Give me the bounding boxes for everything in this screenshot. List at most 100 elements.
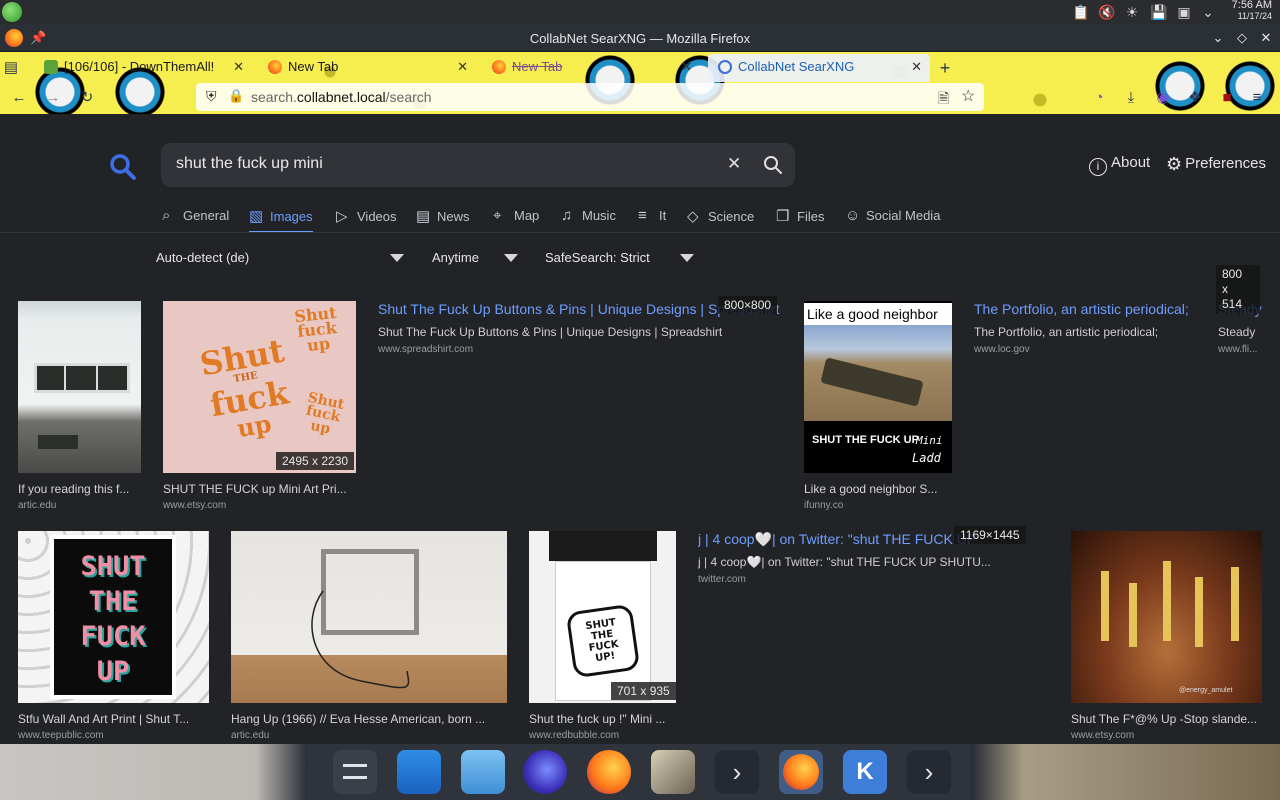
ublock-icon[interactable]: ■ <box>1218 89 1236 107</box>
image-result[interactable]: Shut THE fuck up Shut fuck up Shut fuck up 2… <box>163 301 356 516</box>
safesearch-select[interactable]: SafeSearch: Strict <box>545 250 650 265</box>
result-title[interactable]: Stfu Wall And Art Print | Shut T... <box>18 712 209 726</box>
kde-connect-icon[interactable]: K <box>843 750 887 794</box>
result-thumbnail[interactable] <box>231 531 507 703</box>
result-thumbnail[interactable] <box>18 301 141 473</box>
forward-icon[interactable]: → <box>44 89 62 107</box>
tab-close-icon[interactable]: ✕ <box>681 54 692 80</box>
result-title[interactable]: Like a good neighbor S... <box>804 482 952 496</box>
clipboard-icon[interactable]: 📋 <box>1072 4 1089 20</box>
image-result[interactable]: j | 4 coop🤍| on Twitter: "shut THE FUCK … <box>698 526 1028 591</box>
downloads-icon[interactable]: ⤓ <box>1122 89 1140 107</box>
chevron-down-icon[interactable] <box>504 254 518 262</box>
url-text[interactable]: search.collabnet.local/search <box>251 89 432 105</box>
result-thumbnail[interactable]: SHUT THE FUCK UP! <box>529 531 676 703</box>
volume-muted-icon[interactable]: 🔇 <box>1098 4 1115 20</box>
time-range-select[interactable]: Anytime <box>432 250 479 265</box>
tab-collabnet-searxng[interactable]: CollabNet SearXNG ✕ <box>708 54 930 82</box>
brightness-icon[interactable]: ☀ <box>1124 4 1140 20</box>
close-icon[interactable]: ✕ <box>1258 30 1274 46</box>
clock[interactable]: 7:56 AM 11/17/24 <box>1212 0 1272 22</box>
clear-icon[interactable]: ✕ <box>727 154 741 174</box>
editor-app-icon[interactable] <box>651 750 695 794</box>
image-result[interactable]: Steady Steady www.fli... 800 x 514 <box>1216 265 1280 361</box>
discover-store-icon[interactable] <box>397 750 441 794</box>
tab-videos[interactable]: ▷ Videos <box>336 207 397 233</box>
result-thumbnail[interactable]: Like a good neighbor SHUT THE FUCK UP Mi… <box>804 301 952 473</box>
image-result[interactable]: The Portfolio, an artistic periodical; T… <box>974 301 1204 361</box>
search-box[interactable]: shut the fuck up mini ✕ <box>161 143 795 187</box>
result-thumbnail[interactable]: Shut THE fuck up Shut fuck up Shut fuck up <box>163 301 356 473</box>
result-title[interactable]: Hang Up (1966) // Eva Hesse American, bo… <box>231 712 507 726</box>
tab-close-icon[interactable]: ✕ <box>233 54 244 80</box>
account-icon[interactable]: ◉ <box>1154 89 1172 107</box>
tab-music[interactable]: ♫ Music <box>561 207 616 233</box>
tab-new-tab-1[interactable]: New Tab ✕ <box>258 54 476 82</box>
image-result[interactable]: Like a good neighbor SHUT THE FUCK UP Mi… <box>804 301 952 516</box>
result-title[interactable]: Shut the fuck up !" Mini ... <box>529 712 676 726</box>
about-link[interactable]: i About <box>1089 154 1150 176</box>
window-titlebar[interactable]: 📌 CollabNet SearXNG — Mozilla Firefox ⌄ … <box>0 24 1280 52</box>
tab-social-media[interactable]: ☺ Social Media <box>845 207 940 233</box>
searxng-page: shut the fuck up mini ✕ i About ⚙ Preferen… <box>0 114 1280 744</box>
clock-date: 11/17/24 <box>1237 11 1272 21</box>
tab-map[interactable]: ⌖ Map <box>493 207 539 233</box>
image-result[interactable]: Shut The Fuck Up Buttons & Pins | Unique… <box>378 296 782 361</box>
pocket-icon[interactable]: ◔ <box>1090 89 1108 107</box>
result-title[interactable]: Shut The F*@% Up -Stop slande... <box>1071 712 1262 726</box>
searxng-logo-icon[interactable] <box>108 152 138 182</box>
firefox-app-icon[interactable] <box>587 750 631 794</box>
lock-icon[interactable]: 🔒 <box>228 88 244 104</box>
file-manager-icon[interactable] <box>461 750 505 794</box>
bookmark-star-icon[interactable]: ☆ <box>961 86 975 106</box>
tab-list-icon[interactable]: ▤ <box>2 59 20 77</box>
chevron-down-icon[interactable] <box>680 254 694 262</box>
result-title[interactable]: SHUT THE FUCK up Mini Art Pri... <box>163 482 356 496</box>
back-icon[interactable]: ← <box>10 89 28 107</box>
tab-close-icon[interactable]: ✕ <box>911 54 922 80</box>
tab-news[interactable]: ▤ News <box>416 207 470 233</box>
network-icon[interactable]: ▣ <box>1176 4 1192 20</box>
minimize-icon[interactable]: ⌄ <box>1210 30 1226 46</box>
preferences-link[interactable]: ⚙ Preferences <box>1166 154 1266 175</box>
category-label: Science <box>708 209 755 224</box>
tab-downthemall[interactable]: [106/106] - DownThemAll! ✕ <box>34 54 252 82</box>
result-thumbnail[interactable]: SHUT THE FUCK UP <box>18 531 209 703</box>
storage-icon[interactable]: 💾 <box>1150 4 1167 20</box>
result-title[interactable]: If you reading this f... <box>18 482 141 496</box>
extensions-icon[interactable]: ❖ <box>1186 89 1204 107</box>
chevron-down-icon[interactable] <box>390 254 404 262</box>
tab-images[interactable]: ▧ Images <box>249 207 313 233</box>
image-result[interactable]: SHUT THE FUCK UP! 701 x 935 Shut the fuc… <box>529 531 676 744</box>
search-icon[interactable] <box>763 155 783 175</box>
search-input[interactable]: shut the fuck up mini <box>176 155 323 173</box>
result-title[interactable]: The Portfolio, an artistic periodical; <box>974 301 1204 317</box>
image-result[interactable]: Hang Up (1966) // Eva Hesse American, bo… <box>231 531 507 744</box>
image-result[interactable]: SHUT THE FUCK UP Stfu Wall And Art Print… <box>18 531 209 744</box>
dock-next-icon[interactable]: › <box>907 750 951 794</box>
tab-files[interactable]: ❐ Files <box>776 207 824 233</box>
tab-close-icon[interactable]: ✕ <box>457 54 468 80</box>
menu-icon[interactable]: ≡ <box>1248 89 1266 107</box>
app-launcher-icon[interactable] <box>2 2 22 22</box>
image-result[interactable]: @energy_amulet Shut The F*@% Up -Stop sl… <box>1071 531 1262 744</box>
maximize-icon[interactable]: ◇ <box>1234 30 1250 46</box>
tab-science[interactable]: ◇ Science <box>687 207 754 233</box>
music-note-icon: ♫ <box>561 207 573 224</box>
new-tab-icon[interactable]: + <box>936 59 954 77</box>
reader-view-icon[interactable]: 🗎 <box>938 88 949 112</box>
tab-it[interactable]: ≡ It <box>638 207 666 233</box>
image-result[interactable]: If you reading this f... artic.edu <box>18 301 141 516</box>
firefox-active-icon[interactable] <box>779 750 823 794</box>
result-thumbnail[interactable]: @energy_amulet <box>1071 531 1262 703</box>
url-bar[interactable]: ⛨ 🔒 search.collabnet.local/search 🗎 ☆ <box>196 83 984 111</box>
shield-icon[interactable]: ⛨ <box>206 88 217 105</box>
language-select[interactable]: Auto-detect (de) <box>156 250 249 265</box>
tab-general[interactable]: ⌕ General <box>162 207 229 233</box>
dock-next-icon[interactable]: › <box>715 750 759 794</box>
firefox-nightly-icon[interactable] <box>523 750 567 794</box>
tab-overflow-icon[interactable]: ⌄ <box>1256 59 1274 77</box>
settings-app-icon[interactable] <box>333 750 377 794</box>
reload-icon[interactable]: ↻ <box>78 89 96 107</box>
tab-new-tab-2[interactable]: New Tab ✕ <box>482 54 700 82</box>
